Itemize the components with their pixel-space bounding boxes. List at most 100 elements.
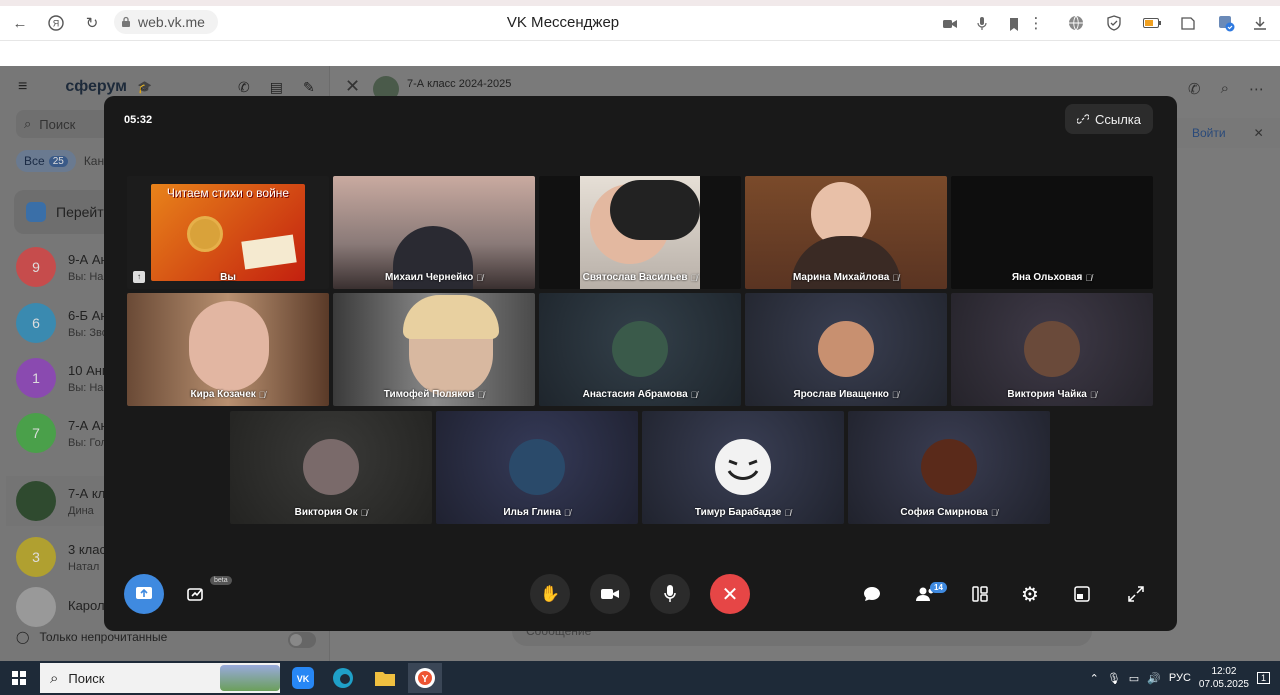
video-hair xyxy=(403,295,499,339)
participant-tile[interactable]: Ярослав Иващенко 🎙̸ xyxy=(745,293,947,406)
join-button[interactable]: Войти xyxy=(1192,126,1226,140)
taskbar: ⌕ Поиск VK Y ⌃ 🎙 ▭ 🔊 РУС 12:02 07.05.202… xyxy=(0,661,1280,695)
grid-layout-icon xyxy=(972,586,988,602)
shield-icon[interactable] xyxy=(1100,9,1128,37)
camera-icon xyxy=(601,589,619,599)
new-call-icon[interactable]: ✆ xyxy=(238,79,250,96)
close-icon: ✕ xyxy=(721,583,739,606)
chat-button[interactable] xyxy=(852,574,892,614)
participant-tile[interactable]: Виктория Ок 🎙̸ xyxy=(230,411,432,524)
participant-name-text: Кира Козачек xyxy=(190,389,256,400)
minimize-window-button[interactable] xyxy=(1062,574,1102,614)
participant-tile[interactable]: Тимур Барабадзе 🎙̸ xyxy=(642,411,844,524)
unread-toggle[interactable] xyxy=(288,632,316,648)
settings-button[interactable]: ⚙ xyxy=(1010,574,1050,614)
participant-name: Кира Козачек 🎙̸ xyxy=(127,389,329,400)
collections-icon[interactable] xyxy=(1174,9,1202,37)
participant-name-text: Виктория Ок xyxy=(294,507,358,518)
more-vertical-icon[interactable]: ⋮ xyxy=(1022,9,1050,37)
notification-icon[interactable]: 1 xyxy=(1256,672,1270,684)
camera-button[interactable] xyxy=(590,574,630,614)
chevron-up-icon[interactable]: ⌃ xyxy=(1090,672,1099,685)
participant-name-text: Ярослав Иващенко xyxy=(793,389,889,400)
windows-start-icon[interactable] xyxy=(12,671,26,685)
participant-tile[interactable]: Кира Козачек 🎙̸ xyxy=(127,293,329,406)
file-explorer-icon[interactable] xyxy=(368,663,402,693)
camera-icon[interactable] xyxy=(936,10,964,38)
download-icon[interactable] xyxy=(1246,9,1274,37)
participant-tile[interactable]: София Смирнова 🎙̸ xyxy=(848,411,1050,524)
participant-tile[interactable]: Михаил Чернейко 🎙̸ xyxy=(333,176,535,289)
participant-tile[interactable]: Виктория Чайка 🎙̸ xyxy=(951,293,1153,406)
end-call-button[interactable]: ✕ xyxy=(710,574,750,614)
participant-tile[interactable]: Святослав Васильев 🎙̸ xyxy=(539,176,741,289)
raise-hand-button[interactable]: ✋ xyxy=(530,574,570,614)
close-icon[interactable]: ✕ xyxy=(345,76,360,97)
globe-icon[interactable] xyxy=(1062,9,1090,37)
search-icon[interactable]: ⌕ xyxy=(1221,80,1229,98)
participant-name-text: Михаил Чернейко xyxy=(384,272,474,283)
toolbar-spacer xyxy=(0,41,1280,66)
chat-preview: Натал xyxy=(68,560,100,573)
join-bar: Войти ✕ xyxy=(1176,118,1280,148)
picture-in-picture-icon xyxy=(1074,586,1090,602)
compose-icon[interactable]: ✎ xyxy=(303,79,315,96)
filter-second[interactable]: Кан xyxy=(82,150,106,172)
filter-all[interactable]: Все 25 xyxy=(16,150,76,172)
medal-icon xyxy=(187,216,223,252)
copy-link-button[interactable]: Ссылка xyxy=(1064,104,1153,134)
expand-icon xyxy=(1128,586,1144,602)
chat-preview: Вы: Зво xyxy=(68,326,108,339)
participant-name-text: Святослав Васильев xyxy=(582,272,688,283)
call-window: 05:32 Ссылка Читаем стихи о войне ↑ Вы М… xyxy=(104,96,1177,631)
more-horizontal-icon[interactable]: ⋯ xyxy=(1249,80,1264,98)
browser-toolbar: ← Я ↻ web.vk.me VK Мессенджер ⋮ xyxy=(0,6,1280,40)
clock[interactable]: 12:02 07.05.2025 xyxy=(1199,665,1249,691)
battery-icon[interactable]: ▭ xyxy=(1129,672,1139,685)
share-screen-button[interactable] xyxy=(124,574,164,614)
participants-button[interactable] xyxy=(906,574,946,614)
participant-tile[interactable]: Анастасия Абрамова 🎙̸ xyxy=(539,293,741,406)
layout-button[interactable] xyxy=(960,574,1000,614)
sidebar-header: ≡ сферум 🎓 ✆ ▤ ✎ xyxy=(18,78,315,96)
phone-icon[interactable]: ✆ xyxy=(1188,80,1201,98)
volume-icon[interactable]: 🔊 xyxy=(1147,672,1161,685)
participant-tile-self[interactable]: Читаем стихи о войне ↑ Вы xyxy=(127,176,329,289)
chat-actions: ✆ ⌕ ⋯ xyxy=(1188,80,1264,98)
taskbar-search[interactable]: ⌕ Поиск xyxy=(40,663,280,693)
vk-app-icon[interactable]: VK xyxy=(286,663,320,693)
grin-face-icon xyxy=(727,459,759,480)
link-icon xyxy=(1076,114,1089,124)
mic-off-icon: 🎙̸ xyxy=(476,272,484,283)
participant-tile[interactable]: Тимофей Поляков 🎙̸ xyxy=(333,293,535,406)
participant-tile[interactable]: Илья Глина 🎙̸ xyxy=(436,411,638,524)
microphone-icon[interactable] xyxy=(968,10,996,38)
yandex-browser-icon[interactable]: Y xyxy=(408,663,442,693)
mic-off-icon: 🎙̸ xyxy=(563,507,571,518)
microphone-button[interactable] xyxy=(650,574,690,614)
screen: ← Я ↻ web.vk.me VK Мессенджер ⋮ ≡ сферум… xyxy=(0,0,1280,695)
microphone-icon[interactable]: 🎙 xyxy=(1107,672,1121,685)
archive-icon[interactable]: ▤ xyxy=(270,79,283,96)
mic-off-icon: 🎙̸ xyxy=(1085,272,1093,283)
edge-browser-icon[interactable] xyxy=(326,663,360,693)
input-language[interactable]: РУС xyxy=(1169,672,1191,684)
mic-off-icon: 🎙̸ xyxy=(784,507,792,518)
fullscreen-button[interactable] xyxy=(1116,574,1156,614)
profile-icon[interactable] xyxy=(1212,9,1240,37)
participant-avatar xyxy=(818,321,874,377)
graduation-cap-icon: 🎓 xyxy=(137,80,152,94)
video-person xyxy=(189,301,269,391)
participant-tile[interactable]: Яна Ольховая 🎙̸ xyxy=(951,176,1153,289)
unread-label: Только непрочитанные xyxy=(39,630,168,644)
goto-label: Перейт xyxy=(56,204,104,220)
battery-icon[interactable] xyxy=(1138,9,1166,37)
menu-icon[interactable]: ≡ xyxy=(18,78,27,96)
svg-text:Y: Y xyxy=(422,674,429,685)
clock-time: 12:02 xyxy=(1211,666,1237,677)
participant-tile[interactable]: Марина Михайлова 🎙̸ xyxy=(745,176,947,289)
participant-name-text: Илья Глина xyxy=(503,507,561,518)
chat-bubble-icon xyxy=(864,587,880,601)
close-icon[interactable]: ✕ xyxy=(1254,126,1264,140)
address-actions xyxy=(936,10,1028,38)
